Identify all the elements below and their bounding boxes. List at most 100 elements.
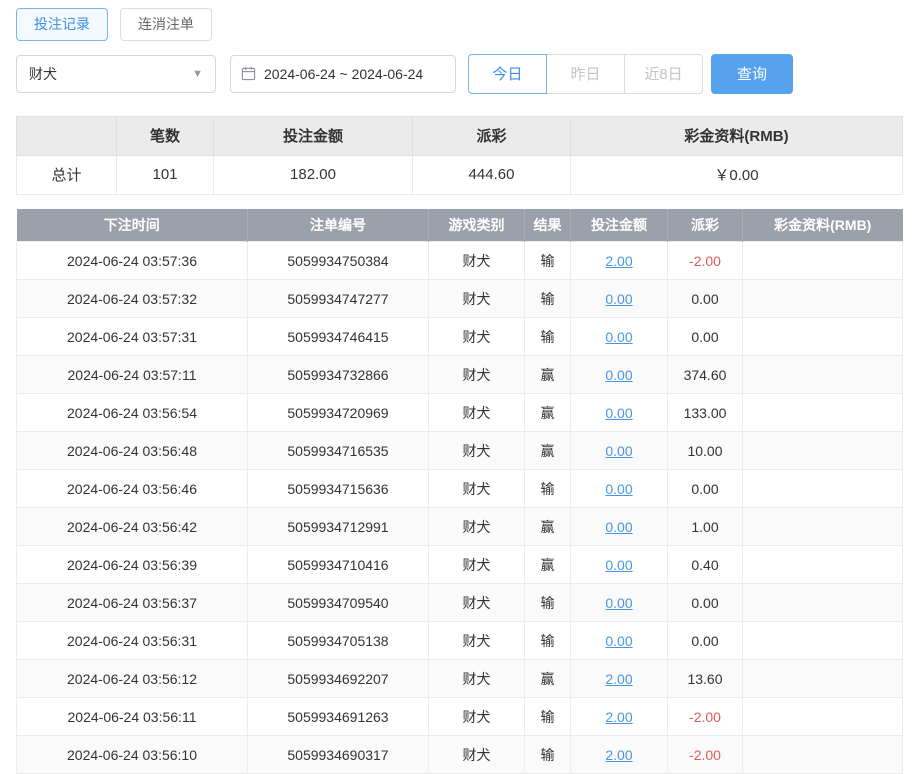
bet-amount-link[interactable]: 0.00 bbox=[605, 329, 632, 345]
bonus-cell bbox=[743, 622, 903, 660]
payout-cell: 1.00 bbox=[668, 508, 743, 546]
search-button[interactable]: 查询 bbox=[711, 54, 793, 94]
bet-amount-link[interactable]: 0.00 bbox=[605, 481, 632, 497]
result-cell: 输 bbox=[525, 318, 571, 356]
bet-time-cell: 2024-06-24 03:57:32 bbox=[17, 280, 248, 318]
bonus-cell bbox=[743, 280, 903, 318]
bonus-cell bbox=[743, 470, 903, 508]
tab-cancelled-orders[interactable]: 连消注单 bbox=[120, 8, 212, 41]
bet-time-cell: 2024-06-24 03:56:31 bbox=[17, 622, 248, 660]
result-cell: 输 bbox=[525, 280, 571, 318]
summary-total-payout: 444.60 bbox=[413, 155, 571, 194]
order-id-cell: 5059934715636 bbox=[248, 470, 429, 508]
order-id-cell: 5059934691263 bbox=[248, 698, 429, 736]
date-range-picker[interactable]: 2024-06-24 ~ 2024-06-24 bbox=[230, 55, 456, 93]
bet-table-header-row: 下注时间 注单编号 游戏类别 结果 投注金额 派彩 彩金资料(RMB) bbox=[17, 209, 903, 242]
bet-amount-link[interactable]: 0.00 bbox=[605, 291, 632, 307]
bonus-cell bbox=[743, 546, 903, 584]
summary-header-empty bbox=[17, 116, 117, 155]
bonus-cell bbox=[743, 508, 903, 546]
bet-amount-cell: 0.00 bbox=[571, 622, 668, 660]
bet-amount-link[interactable]: 2.00 bbox=[605, 253, 632, 269]
tab-bet-records[interactable]: 投注记录 bbox=[16, 8, 108, 41]
result-cell: 输 bbox=[525, 736, 571, 774]
game-type-cell: 财犬 bbox=[429, 394, 525, 432]
summary-total-row: 总计 101 182.00 444.60 ￥0.00 bbox=[17, 155, 903, 194]
bet-amount-cell: 0.00 bbox=[571, 432, 668, 470]
bet-amount-link[interactable]: 0.00 bbox=[605, 519, 632, 535]
payout-value: -2.00 bbox=[689, 253, 721, 269]
bonus-cell bbox=[743, 698, 903, 736]
payout-cell: -2.00 bbox=[668, 736, 743, 774]
bet-amount-link[interactable]: 0.00 bbox=[605, 633, 632, 649]
bet-amount-link[interactable]: 0.00 bbox=[605, 405, 632, 421]
bet-amount-cell: 0.00 bbox=[571, 508, 668, 546]
bet-time-cell: 2024-06-24 03:56:39 bbox=[17, 546, 248, 584]
order-id-cell: 5059934732866 bbox=[248, 356, 429, 394]
bet-amount-link[interactable]: 2.00 bbox=[605, 671, 632, 687]
table-row: 2024-06-24 03:56:375059934709540财犬输0.000… bbox=[17, 584, 903, 622]
bonus-cell bbox=[743, 660, 903, 698]
order-id-cell: 5059934720969 bbox=[248, 394, 429, 432]
table-row: 2024-06-24 03:57:325059934747277财犬输0.000… bbox=[17, 280, 903, 318]
bet-amount-cell: 0.00 bbox=[571, 394, 668, 432]
game-type-cell: 财犬 bbox=[429, 736, 525, 774]
bet-amount-cell: 0.00 bbox=[571, 280, 668, 318]
header-bet-time: 下注时间 bbox=[17, 209, 248, 242]
header-game-type: 游戏类别 bbox=[429, 209, 525, 242]
payout-value: 13.60 bbox=[687, 671, 722, 687]
summary-header-count: 笔数 bbox=[117, 116, 214, 155]
payout-value: 1.00 bbox=[691, 519, 718, 535]
bet-amount-link[interactable]: 0.00 bbox=[605, 595, 632, 611]
date-range-value: 2024-06-24 ~ 2024-06-24 bbox=[264, 66, 423, 82]
bet-amount-link[interactable]: 0.00 bbox=[605, 557, 632, 573]
bet-time-cell: 2024-06-24 03:56:11 bbox=[17, 698, 248, 736]
summary-total-label: 总计 bbox=[17, 155, 117, 194]
bet-amount-link[interactable]: 2.00 bbox=[605, 709, 632, 725]
last-8-days-button[interactable]: 近8日 bbox=[624, 54, 703, 94]
payout-cell: 0.00 bbox=[668, 584, 743, 622]
bet-amount-cell: 2.00 bbox=[571, 242, 668, 280]
bet-time-cell: 2024-06-24 03:57:31 bbox=[17, 318, 248, 356]
header-payout: 派彩 bbox=[668, 209, 743, 242]
header-bonus: 彩金资料(RMB) bbox=[743, 209, 903, 242]
bet-amount-link[interactable]: 2.00 bbox=[605, 747, 632, 763]
bonus-cell bbox=[743, 736, 903, 774]
bet-time-cell: 2024-06-24 03:56:12 bbox=[17, 660, 248, 698]
result-cell: 赢 bbox=[525, 546, 571, 584]
payout-cell: 374.60 bbox=[668, 356, 743, 394]
game-type-cell: 财犬 bbox=[429, 508, 525, 546]
game-type-cell: 财犬 bbox=[429, 356, 525, 394]
bet-records-table: 下注时间 注单编号 游戏类别 结果 投注金额 派彩 彩金资料(RMB) 2024… bbox=[16, 209, 903, 774]
summary-header-payout: 派彩 bbox=[413, 116, 571, 155]
order-id-cell: 5059934747277 bbox=[248, 280, 429, 318]
bet-time-cell: 2024-06-24 03:56:48 bbox=[17, 432, 248, 470]
result-cell: 输 bbox=[525, 584, 571, 622]
table-row: 2024-06-24 03:56:105059934690317财犬输2.00-… bbox=[17, 736, 903, 774]
today-button[interactable]: 今日 bbox=[468, 54, 547, 94]
bonus-cell bbox=[743, 394, 903, 432]
summary-header-row: 笔数 投注金额 派彩 彩金资料(RMB) bbox=[17, 116, 903, 155]
game-type-cell: 财犬 bbox=[429, 432, 525, 470]
bet-amount-link[interactable]: 0.00 bbox=[605, 443, 632, 459]
payout-value: 374.60 bbox=[684, 367, 727, 383]
bet-amount-link[interactable]: 0.00 bbox=[605, 367, 632, 383]
payout-value: 0.00 bbox=[691, 633, 718, 649]
order-id-cell: 5059934690317 bbox=[248, 736, 429, 774]
table-row: 2024-06-24 03:56:115059934691263财犬输2.00-… bbox=[17, 698, 903, 736]
table-row: 2024-06-24 03:56:465059934715636财犬输0.000… bbox=[17, 470, 903, 508]
order-id-cell: 5059934709540 bbox=[248, 584, 429, 622]
game-type-cell: 财犬 bbox=[429, 622, 525, 660]
summary-header-bonus: 彩金资料(RMB) bbox=[571, 116, 903, 155]
order-id-cell: 5059934692207 bbox=[248, 660, 429, 698]
payout-cell: 0.40 bbox=[668, 546, 743, 584]
bet-amount-cell: 2.00 bbox=[571, 736, 668, 774]
result-cell: 赢 bbox=[525, 432, 571, 470]
game-type-cell: 财犬 bbox=[429, 660, 525, 698]
filter-bar: 财犬 ▼ 2024-06-24 ~ 2024-06-24 今日 昨日 近8日 查… bbox=[16, 54, 903, 94]
game-select[interactable]: 财犬 ▼ bbox=[16, 55, 216, 93]
summary-total-count: 101 bbox=[117, 155, 214, 194]
bet-amount-cell: 2.00 bbox=[571, 660, 668, 698]
payout-value: 0.00 bbox=[691, 329, 718, 345]
yesterday-button[interactable]: 昨日 bbox=[546, 54, 625, 94]
